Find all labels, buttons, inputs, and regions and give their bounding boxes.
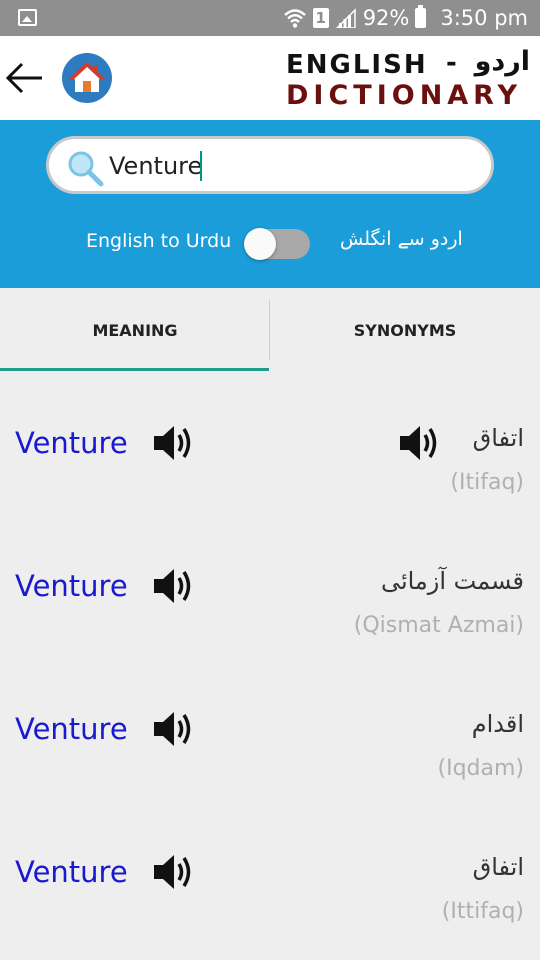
- english-word: Venture: [15, 426, 128, 460]
- urdu-meaning: اتفاق: [472, 424, 524, 452]
- wifi-icon: [283, 9, 306, 28]
- results-list: Venture اتفاق (Itifaq) Venture قسمت آزما…: [0, 372, 540, 960]
- logo-dash: -: [446, 48, 457, 78]
- tab-meaning[interactable]: MEANING: [0, 288, 270, 372]
- roman-transliteration: (Ittifaq): [441, 899, 524, 924]
- gallery-notification-icon: [18, 9, 37, 26]
- sim-indicator: 1: [312, 8, 329, 28]
- list-item: Venture قسمت آزمائی (Qismat Azmai): [0, 515, 540, 658]
- search-icon: [68, 151, 104, 187]
- english-word: Venture: [15, 712, 128, 746]
- clock: 3:50 pm: [440, 6, 528, 30]
- roman-transliteration: (Qismat Azmai): [353, 613, 524, 638]
- tab-synonyms[interactable]: SYNONYMS: [270, 288, 540, 372]
- speaker-icon[interactable]: [152, 708, 196, 750]
- urdu-meaning: قسمت آزمائی: [380, 567, 524, 595]
- search-box[interactable]: [46, 136, 494, 194]
- logo-english-text: ENGLISH: [286, 50, 428, 80]
- text-cursor: [200, 151, 202, 181]
- tab-bar: MEANING SYNONYMS: [0, 288, 540, 372]
- speaker-icon[interactable]: [152, 422, 196, 464]
- english-to-urdu-label: English to Urdu: [86, 230, 232, 252]
- language-direction-switch[interactable]: [244, 228, 310, 260]
- speaker-icon[interactable]: [152, 565, 196, 607]
- selected-tab-indicator: [0, 368, 269, 371]
- status-bar: 1 92% 3:50 pm: [0, 0, 540, 36]
- urdu-meaning: اتفاق: [472, 853, 524, 881]
- urdu-to-english-label: اردو سے انگلش: [340, 228, 463, 250]
- home-icon: [69, 62, 105, 92]
- app-logo: ENGLISH - اردو DICTIONARY: [286, 46, 536, 112]
- urdu-speaker-icon[interactable]: [398, 422, 442, 464]
- english-word: Venture: [15, 855, 128, 889]
- switch-knob: [244, 228, 276, 260]
- list-item: Venture اقدام (Iqdam): [0, 658, 540, 801]
- roman-transliteration: (Itifaq): [450, 470, 524, 495]
- home-button[interactable]: [62, 53, 112, 103]
- status-indicators: 1 92% 3:50 pm: [283, 0, 528, 36]
- search-panel: English to Urdu اردو سے انگلش: [0, 120, 540, 288]
- urdu-meaning: اقدام: [471, 710, 524, 738]
- back-arrow-icon[interactable]: [4, 56, 48, 100]
- speaker-icon[interactable]: [152, 851, 196, 893]
- english-word: Venture: [15, 569, 128, 603]
- app-bar: ENGLISH - اردو DICTIONARY: [0, 36, 540, 120]
- battery-percent: 92%: [362, 6, 410, 30]
- roman-transliteration: (Iqdam): [437, 756, 525, 781]
- logo-dictionary-text: DICTIONARY: [286, 80, 523, 111]
- search-input[interactable]: [109, 149, 479, 183]
- battery-icon: [415, 5, 427, 28]
- logo-urdu-text: اردو: [474, 46, 530, 77]
- signal-icon: [335, 8, 356, 28]
- list-item: Venture اتفاق (Ittifaq): [0, 801, 540, 944]
- language-toggle-row: English to Urdu اردو سے انگلش: [0, 226, 540, 260]
- list-item: Venture اتفاق (Itifaq): [0, 372, 540, 515]
